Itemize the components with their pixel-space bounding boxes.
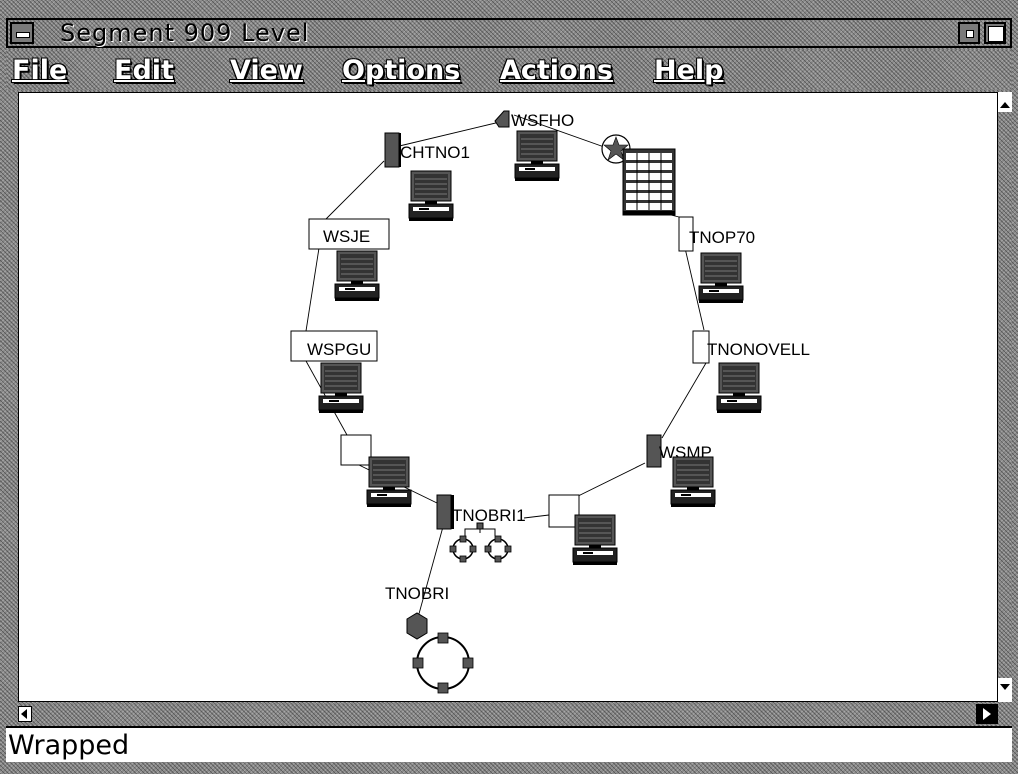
node-tnonovell[interactable]: TNONOVELL: [692, 330, 810, 414]
status-bar: Wrapped: [6, 726, 1012, 762]
workstation-icon: [334, 250, 380, 302]
title-bar[interactable]: Segment 909 Level: [6, 18, 1012, 48]
window-title: Segment 909 Level: [60, 19, 310, 47]
segment-ring-icon: [412, 632, 474, 694]
bridge-rings-icon: [449, 522, 512, 563]
menu-file[interactable]: File: [12, 56, 67, 86]
node-label-tnonovell: TNONOVELL: [707, 340, 810, 359]
server-rack-icon: [622, 148, 676, 216]
node-chtno1[interactable]: CHTNO1: [384, 132, 470, 222]
node-tnobri[interactable]: TNOBRI: [385, 584, 474, 694]
minimize-button[interactable]: [958, 22, 980, 44]
status-text: Wrapped: [8, 730, 130, 761]
node-server[interactable]: [601, 134, 676, 216]
scroll-down-button[interactable]: [998, 678, 1012, 702]
menu-actions[interactable]: Actions: [500, 56, 613, 86]
window-frame: Segment 909 Level File Edit View Options…: [0, 0, 1018, 774]
scroll-up-button[interactable]: [998, 92, 1012, 112]
node-wsje[interactable]: WSJE: [308, 218, 390, 302]
workstation-icon: [318, 362, 364, 414]
menu-view[interactable]: View: [230, 56, 303, 86]
workstation-icon: [670, 456, 716, 508]
scroll-right-button[interactable]: [976, 704, 998, 724]
menu-options[interactable]: Options: [342, 56, 460, 86]
node-label-wsfho: WSFHO: [511, 111, 574, 130]
node-unlabeled-right[interactable]: [548, 494, 618, 566]
menu-bar: File Edit View Options Actions Help: [6, 50, 1012, 90]
menu-help[interactable]: Help: [654, 56, 724, 86]
node-label-wspgu: WSPGU: [307, 340, 371, 359]
scroll-left-button[interactable]: [18, 706, 32, 722]
node-label-tnobri1: TNOBRI1: [452, 506, 526, 525]
workstation-icon: [366, 456, 412, 508]
node-label-wsje: WSJE: [323, 227, 370, 246]
workstation-icon: [572, 514, 618, 566]
workstation-icon: [408, 170, 454, 222]
horizontal-scrollbar[interactable]: [18, 704, 998, 724]
node-wsfho[interactable]: WSFHO: [494, 110, 574, 182]
window-menu-button[interactable]: [10, 22, 34, 44]
node-wsmp[interactable]: WSMP: [646, 434, 716, 508]
menu-edit[interactable]: Edit: [114, 56, 174, 86]
topology-canvas[interactable]: WSFHO CHTNO1 WSJE TNOP70 WSPGU TNONOVELL…: [18, 92, 998, 702]
node-label-tnobri: TNOBRI: [385, 584, 449, 603]
workstation-icon: [514, 130, 560, 182]
node-tnop70[interactable]: TNOP70: [678, 216, 755, 304]
node-label-tnop70: TNOP70: [689, 228, 755, 247]
node-label-chtno1: CHTNO1: [400, 143, 470, 162]
node-wspgu[interactable]: WSPGU: [290, 330, 378, 414]
node-unlabeled-left[interactable]: [340, 434, 412, 508]
maximize-button[interactable]: [984, 22, 1006, 44]
topology-map: WSFHO CHTNO1 WSJE TNOP70 WSPGU TNONOVELL…: [290, 110, 810, 694]
node-tnobri1[interactable]: TNOBRI1: [436, 494, 526, 563]
vertical-scrollbar[interactable]: [998, 92, 1012, 702]
workstation-icon: [698, 252, 744, 304]
workstation-icon: [716, 362, 762, 414]
